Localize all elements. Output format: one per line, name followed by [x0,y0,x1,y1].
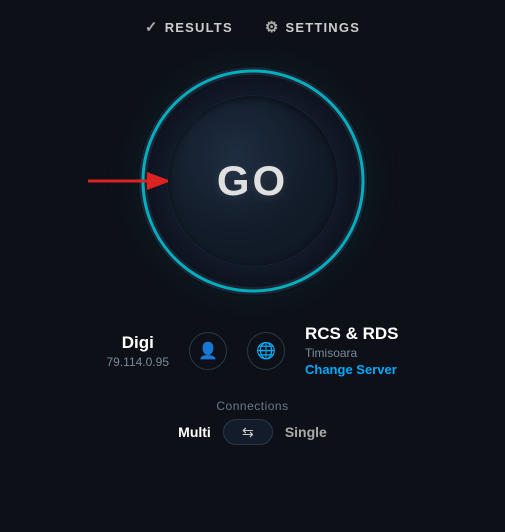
multi-option[interactable]: Multi [178,424,211,440]
user-icon-circle: 👤 [189,332,227,370]
server-name: RCS & RDS [305,324,399,344]
connections-label: Connections [216,399,288,413]
single-option[interactable]: Single [285,424,327,440]
results-icon: ✓ [145,18,159,36]
settings-label: SETTINGS [285,20,360,35]
globe-icon-circle: 🌐 [247,332,285,370]
user-icon: 👤 [198,341,218,361]
results-nav-item[interactable]: ✓ RESULTS [145,18,233,36]
settings-icon: ⚙ [265,18,280,36]
top-navigation: ✓ RESULTS ⚙ SETTINGS [145,0,360,46]
ip-address: 79.114.0.95 [106,355,169,369]
connections-toggle[interactable]: Multi ⇆ Single [178,419,327,445]
go-label: GO [217,157,288,205]
isp-name: Digi [122,333,154,353]
globe-icon: 🌐 [256,341,276,361]
results-label: RESULTS [165,20,233,35]
info-section: Digi 79.114.0.95 👤 🌐 RCS & RDS Timisoara… [0,324,505,377]
server-info: RCS & RDS Timisoara Change Server [305,324,399,377]
connections-section: Connections Multi ⇆ Single [178,399,327,445]
go-button[interactable]: GO [168,96,338,266]
toggle-switch-button[interactable]: ⇆ [223,419,273,445]
settings-nav-item[interactable]: ⚙ SETTINGS [265,18,360,36]
toggle-arrows-icon: ⇆ [242,424,254,441]
speed-test-circle[interactable]: GO [138,66,368,296]
server-location: Timisoara [305,346,357,360]
main-area: GO Digi 79.114.0.95 👤 🌐 RCS & RDS Timiso… [0,46,505,532]
isp-info: Digi 79.114.0.95 [106,333,169,369]
change-server-link[interactable]: Change Server [305,362,397,377]
